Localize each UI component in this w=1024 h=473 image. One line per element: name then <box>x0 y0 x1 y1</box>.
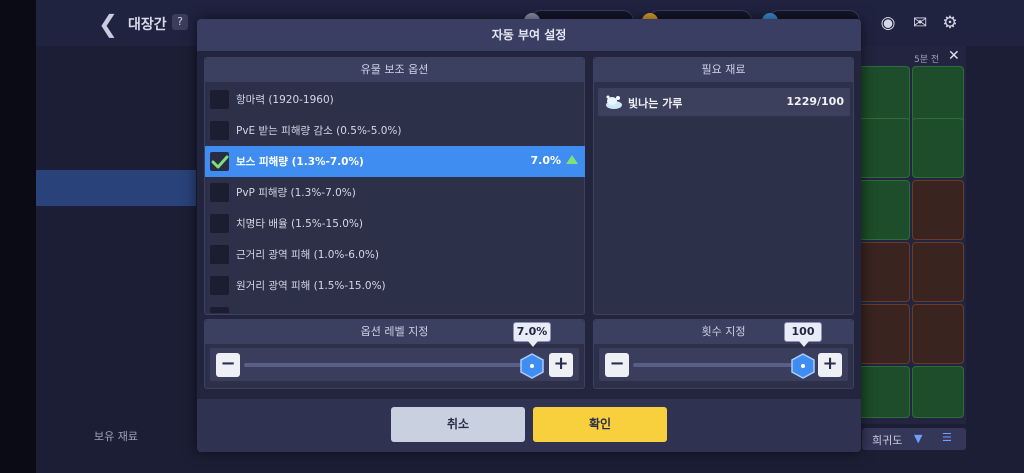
level-track-fill <box>244 363 534 367</box>
option-row-6[interactable]: 원거리 광역 피해 (1.5%-15.0%) <box>205 270 585 301</box>
option-label: 원거리 광역 피해 (1.5%-15.0%) <box>236 280 386 292</box>
chat-icon[interactable]: ◉ <box>878 13 898 33</box>
sort-bar[interactable]: 희귀도 ▼ ☰ <box>862 428 966 450</box>
option-checkbox[interactable] <box>210 214 229 233</box>
option-checkbox[interactable] <box>210 121 229 140</box>
grid-card[interactable] <box>912 366 964 418</box>
option-label: 치명타 배율 (1.5%-15.0%) <box>236 218 363 230</box>
option-level-slider[interactable]: − 7.0% + <box>210 322 579 381</box>
count-panel: 횟수 지정 − 100 + <box>593 319 854 389</box>
grid-card[interactable] <box>912 180 964 240</box>
sort-label: 희귀도 <box>872 434 903 447</box>
grid-card[interactable] <box>912 66 964 126</box>
confirm-button[interactable]: 확인 <box>533 407 667 442</box>
grid-card[interactable] <box>858 304 910 364</box>
option-checkbox[interactable] <box>210 183 229 202</box>
option-row-3[interactable]: PvP 피해량 (1.3%-7.0%) <box>205 177 585 208</box>
checkmark-icon <box>211 155 229 169</box>
help-icon[interactable]: ? <box>172 14 188 30</box>
option-label: 근거리 광역 피해 (1.0%-6.0%) <box>236 249 379 261</box>
options-panel: 유물 보조 옵션 항마력 (1920-1960) PvE 받는 피해량 감소 (… <box>204 57 585 315</box>
option-checkbox[interactable] <box>210 276 229 295</box>
count-decrease-button[interactable]: − <box>605 353 629 377</box>
count-increase-button[interactable]: + <box>818 353 842 377</box>
count-track[interactable] <box>633 363 805 367</box>
cancel-button[interactable]: 취소 <box>391 407 525 442</box>
filter-icon[interactable]: ☰ <box>942 431 952 444</box>
increase-arrow-icon <box>566 155 578 164</box>
dialog-title: 자동 부여 설정 <box>197 19 861 51</box>
options-panel-header: 유물 보조 옵션 <box>205 58 584 82</box>
background-list-highlight <box>36 170 196 206</box>
hexagon-knob-icon <box>520 353 544 379</box>
option-value: 7.0% <box>530 154 561 167</box>
material-row: 빛나는 가루 1229/100 <box>598 88 850 116</box>
option-row-2[interactable]: 보스 피해량 (1.3%-7.0%) 7.0% <box>205 146 585 177</box>
left-edge <box>0 0 36 473</box>
count-slider[interactable]: − 100 + <box>599 322 848 381</box>
count-slider-knob[interactable]: 100 <box>784 322 822 379</box>
grid-card[interactable] <box>858 66 910 126</box>
screen-title: 대장간 <box>128 17 167 33</box>
option-label: 항마력 (1920-1960) <box>236 94 334 106</box>
sort-direction-icon[interactable]: ▼ <box>914 432 922 445</box>
inventory-grid: 5분 전 ✕ <box>858 46 966 424</box>
tier-label: 5분 전 <box>914 55 940 65</box>
grid-card[interactable] <box>858 242 910 302</box>
dialog-footer: 취소 확인 <box>197 399 861 452</box>
close-icon[interactable]: ✕ <box>948 48 960 64</box>
grid-card[interactable] <box>912 304 964 364</box>
auto-grant-settings-dialog: 자동 부여 설정 유물 보조 옵션 항마력 (1920-1960) PvE 받는… <box>197 19 861 452</box>
option-checkbox-checked[interactable] <box>210 152 229 171</box>
option-checkbox[interactable] <box>210 90 229 109</box>
material-count: 1229/100 <box>786 95 844 108</box>
material-name: 빛나는 가루 <box>628 97 683 110</box>
grid-card[interactable] <box>858 366 910 418</box>
option-label: PvE 받는 피해량 감소 (0.5%-5.0%) <box>236 125 402 137</box>
level-decrease-button[interactable]: − <box>216 353 240 377</box>
level-slider-knob[interactable]: 7.0% <box>513 322 551 379</box>
option-row-0[interactable]: 항마력 (1920-1960) <box>205 84 585 115</box>
option-row-partial[interactable] <box>205 301 585 313</box>
level-increase-button[interactable]: + <box>549 353 573 377</box>
option-label: PvP 피해량 (1.3%-7.0%) <box>236 187 356 199</box>
option-row-4[interactable]: 치명타 배율 (1.5%-15.0%) <box>205 208 585 239</box>
owned-material-label: 보유 재료 <box>94 430 138 443</box>
options-list[interactable]: 항마력 (1920-1960) PvE 받는 피해량 감소 (0.5%-5.0%… <box>205 84 585 313</box>
gear-icon[interactable]: ⚙ <box>940 13 960 33</box>
level-track[interactable] <box>244 363 534 367</box>
count-value-bubble: 100 <box>784 322 822 347</box>
option-label: 보스 피해량 (1.3%-7.0%) <box>236 156 364 168</box>
materials-panel-header: 필요 재료 <box>594 58 853 82</box>
count-track-fill <box>633 363 805 367</box>
level-value-bubble: 7.0% <box>513 322 551 347</box>
option-checkbox[interactable] <box>210 245 229 264</box>
grid-card[interactable] <box>858 180 910 240</box>
option-level-panel: 옵션 레벨 지정 − 7.0% + <box>204 319 585 389</box>
grid-card[interactable] <box>912 242 964 302</box>
hexagon-knob-icon <box>791 353 815 379</box>
mail-icon[interactable]: ✉ <box>910 13 930 33</box>
option-row-5[interactable]: 근거리 광역 피해 (1.0%-6.0%) <box>205 239 585 270</box>
option-row-1[interactable]: PvE 받는 피해량 감소 (0.5%-5.0%) <box>205 115 585 146</box>
option-checkbox[interactable] <box>210 307 229 313</box>
materials-panel: 필요 재료 빛나는 가루 1229/100 <box>593 57 854 315</box>
grid-card[interactable] <box>912 118 964 178</box>
dialog-body: 유물 보조 옵션 항마력 (1920-1960) PvE 받는 피해량 감소 (… <box>197 51 861 399</box>
glowing-powder-icon <box>606 95 622 109</box>
grid-card[interactable] <box>858 118 910 178</box>
back-icon[interactable]: ❮ <box>98 10 118 38</box>
